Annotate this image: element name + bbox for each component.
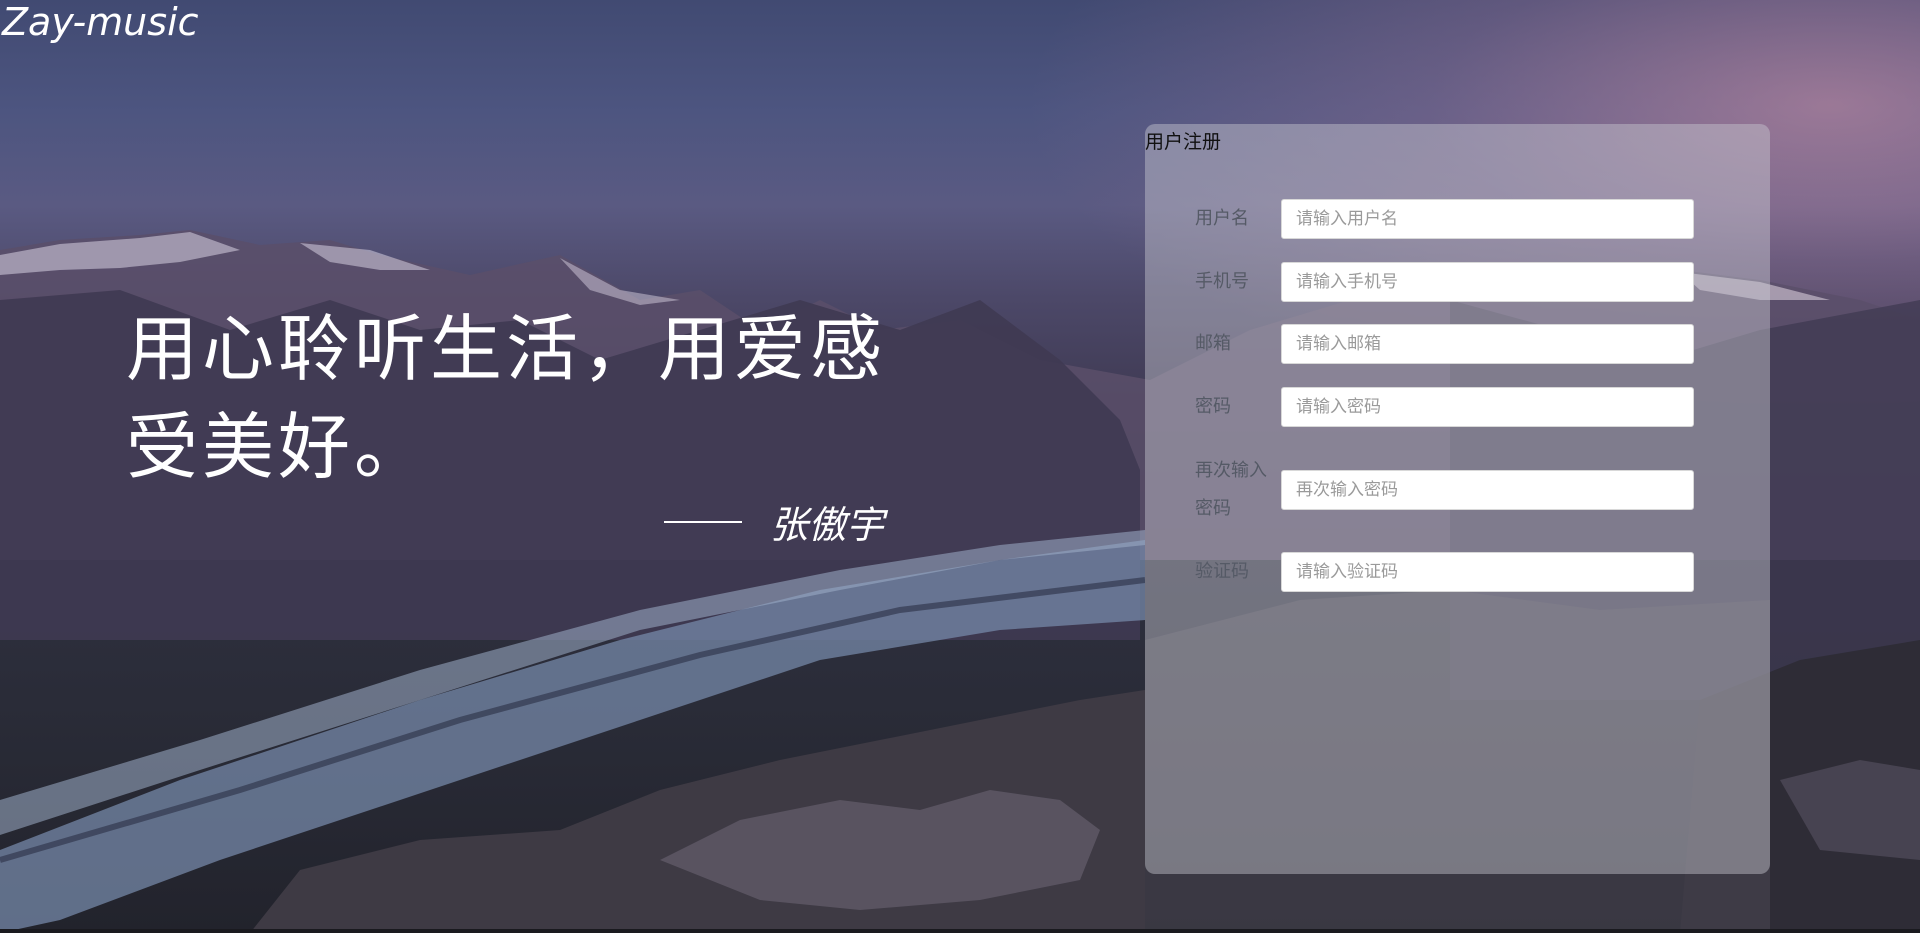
password-label: 密码	[1195, 396, 1231, 417]
signature-dash	[664, 520, 742, 523]
register-panel: 用户注册 用户名 手机号 邮箱 密码 再次输入密码 验证码	[1145, 124, 1770, 874]
phone-label: 手机号	[1195, 271, 1249, 292]
confirm-password-label: 再次输入密码	[1195, 460, 1267, 519]
captcha-input[interactable]	[1281, 552, 1694, 592]
captcha-label: 验证码	[1195, 561, 1249, 582]
field-row-password: 密码	[1195, 387, 1720, 427]
confirm-password-input[interactable]	[1281, 470, 1694, 510]
hero-signature: 张傲宇	[664, 494, 884, 549]
username-input[interactable]	[1281, 199, 1694, 239]
signature-author: 张傲宇	[770, 503, 885, 547]
field-row-captcha: 验证码	[1195, 552, 1720, 592]
phone-input[interactable]	[1281, 262, 1694, 302]
email-label: 邮箱	[1195, 333, 1231, 354]
bottom-bar	[0, 929, 1920, 933]
field-row-confirm-password: 再次输入密码	[1195, 452, 1720, 528]
register-title: 用户注册	[1145, 131, 1222, 153]
email-input[interactable]	[1281, 324, 1694, 364]
brand-logo[interactable]: Zay-music	[2, 0, 199, 44]
field-row-phone: 手机号	[1195, 262, 1720, 302]
password-input[interactable]	[1281, 387, 1694, 427]
username-label: 用户名	[1195, 208, 1249, 229]
hero-slogan: 用心聆听生活，用爱感受美好。	[126, 307, 887, 489]
field-row-username: 用户名	[1195, 199, 1720, 239]
field-row-email: 邮箱	[1195, 324, 1720, 364]
page: Zay-music 用心聆听生活，用爱感受美好。 张傲宇 用户注册 用户名 手机…	[0, 0, 1920, 933]
